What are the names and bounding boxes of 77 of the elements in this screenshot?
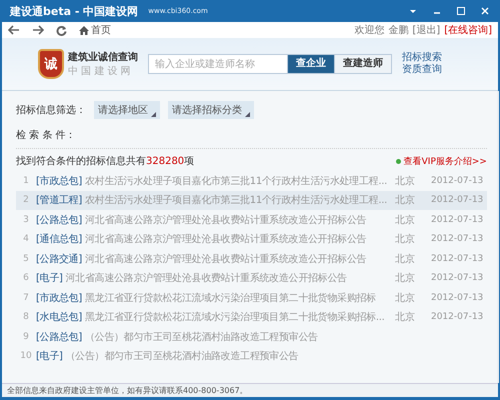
row-number: 3 (22, 214, 30, 225)
back-icon[interactable] (8, 25, 20, 35)
result-row[interactable]: 6 [电子] 河北省高速公路京沪管理处沧县收费站计重系统改造公开招标公告 北京 2012-07-13 (16, 268, 487, 288)
row-title: [水电总包] 黑龙江省亚行贷款松花江流域水污染治理项目第二十批货物采购招标... (36, 310, 386, 324)
row-city: 北京 (394, 232, 416, 246)
caret-icon (245, 112, 250, 117)
filter-dropdown[interactable]: 请选择招标分类 (168, 101, 254, 119)
scrollbar[interactable] (496, 91, 499, 383)
row-title: [市政总包] 农村生活污水处理子项目嘉化市第三批11个行政村生活污水处理工程... (36, 174, 387, 188)
caret-icon (151, 112, 156, 117)
welcome-text: 欢迎您 (354, 24, 384, 37)
criteria-label: 检 索 条 件： (16, 128, 487, 149)
row-title: [管道工程] 农村生活污水处理子项目嘉化市第三批11个行政村生活污水处理工程... (36, 194, 387, 208)
result-count-text: 找到符合条件的招标信息共有328280项 (16, 154, 194, 168)
row-city: 北京 (394, 214, 416, 227)
row-number: 5 (22, 254, 30, 264)
filter-dropdown[interactable]: 请选择地区 (94, 101, 160, 119)
row-date: 2012-07-13 (430, 273, 484, 284)
row-title: [通信总包] 河北省高速公路京沪管理处沧县收费站计重系统改造公开招标公告 (36, 232, 368, 246)
row-city: 北京 (394, 292, 416, 305)
close-icon[interactable] (480, 6, 490, 16)
row-city: 北京 (394, 252, 416, 266)
maximize-icon[interactable] (456, 6, 466, 16)
row-date: 2012-07-13 (430, 312, 484, 322)
row-city: 北京 (394, 174, 416, 188)
row-city: 北京 (394, 310, 416, 324)
row-number: 2 (22, 195, 30, 206)
consult-link[interactable]: [在线咨询] (444, 23, 492, 37)
filter-label: 招标信息筛选： (16, 104, 86, 117)
logout-link[interactable]: [退出] (412, 23, 440, 37)
row-title: [公路总包] 河北省高速公路京沪管理处沧县收费站计重系统改造公开招标公告 (36, 214, 368, 227)
row-city: 北京 (394, 272, 416, 286)
result-row[interactable]: 4 [通信总包] 河北省高速公路京沪管理处沧县收费站计重系统改造公开招标公告 北京 2012-07-13 (16, 230, 487, 249)
user-name: 金鹏 (388, 24, 408, 37)
vip-link[interactable]: 查看VIP服务介绍>> (404, 154, 487, 168)
row-number: 7 (22, 292, 30, 303)
header-link[interactable]: 招标搜索 (402, 52, 442, 64)
row-date: 2012-07-13 (430, 214, 484, 225)
logo-title: 建筑业诚信查询 (68, 50, 138, 64)
row-number: 4 (22, 234, 30, 244)
row-number: 9 (22, 332, 30, 342)
row-date: 2012-07-13 (430, 234, 484, 244)
result-row[interactable]: 10 [电子] （公告）都匀市王司至桃花酒村油路改造工程预审公告 (16, 346, 487, 366)
logo-subtitle: 中 国 建 设 网 (68, 64, 132, 78)
home-link[interactable]: 首页 (79, 23, 111, 37)
forward-icon[interactable] (32, 25, 44, 35)
row-number: 1 (22, 176, 30, 186)
row-date: 2012-07-13 (430, 176, 484, 186)
status-text: 全部信息来自政府建设主管单位，如有异议请联系400-800-3067。 (7, 385, 248, 396)
window-title: 建设通beta - 中国建设网 (10, 4, 138, 18)
result-row[interactable]: 1 [市政总包] 农村生活污水处理子项目嘉化市第三批11个行政村生活污水处理工程... 北京 2012-07-13 (16, 171, 487, 190)
row-title: [市政总包] 黑龙江省亚行贷款松花江流域水污染治理项目第二十批货物采购招标 (36, 292, 377, 305)
result-row[interactable]: 2 [管道工程] 农村生活污水处理子项目嘉化市第三批11个行政村生活污水处理工程... 北京 2012-07-13 (16, 190, 487, 210)
status-dot-icon (396, 158, 401, 164)
search-field[interactable]: 输入企业或建造师名称 (148, 54, 288, 74)
result-row[interactable]: 5 [公路交通] 河北省高速公路京沪管理处沧县收费站计重系统改造公开招标公告 北京 2012-07-13 (16, 249, 487, 268)
row-number: 8 (22, 312, 30, 322)
header-link[interactable]: 资质查询 (402, 64, 442, 76)
row-date: 2012-07-13 (430, 254, 484, 264)
row-title: [公路总包] （公告）都匀市王司至桃花酒村油路改造工程预审公告 (36, 330, 319, 344)
row-title: [电子] 河北省高速公路京沪管理处沧县收费站计重系统改造公开招标公告 (36, 272, 348, 286)
refresh-icon[interactable] (56, 24, 67, 36)
result-row[interactable]: 3 [公路总包] 河北省高速公路京沪管理处沧县收费站计重系统改造公开招标公告 北京 2012-07-13 (16, 210, 487, 230)
home-icon (79, 26, 89, 34)
row-title: [公路交通] 河北省高速公路京沪管理处沧县收费站计重系统改造公开招标公告 (36, 252, 368, 266)
row-date: 2012-07-13 (430, 195, 484, 206)
result-row[interactable]: 9 [公路总包] （公告）都匀市王司至桃花酒村油路改造工程预审公告 (16, 327, 487, 346)
row-city: 北京 (394, 194, 416, 208)
result-row[interactable]: 8 [水电总包] 黑龙江省亚行贷款松花江流域水污染治理项目第二十批货物采购招标... 北京 2012-07-13 (16, 308, 487, 327)
search-button[interactable]: 查企业 (288, 54, 335, 74)
search-button[interactable]: 查建造师 (335, 54, 392, 74)
shield-logo: 诚 (38, 49, 64, 79)
row-number: 10 (19, 351, 33, 362)
result-row[interactable]: 7 [市政总包] 黑龙江省亚行贷款松花江流域水污染治理项目第二十批货物采购招标 北京 2012-07-13 (16, 288, 487, 308)
row-number: 6 (22, 273, 30, 284)
row-title: [电子] （公告）都匀市王司至桃花酒村油路改造工程预审公告 (36, 350, 300, 364)
row-date: 2012-07-13 (430, 292, 484, 303)
